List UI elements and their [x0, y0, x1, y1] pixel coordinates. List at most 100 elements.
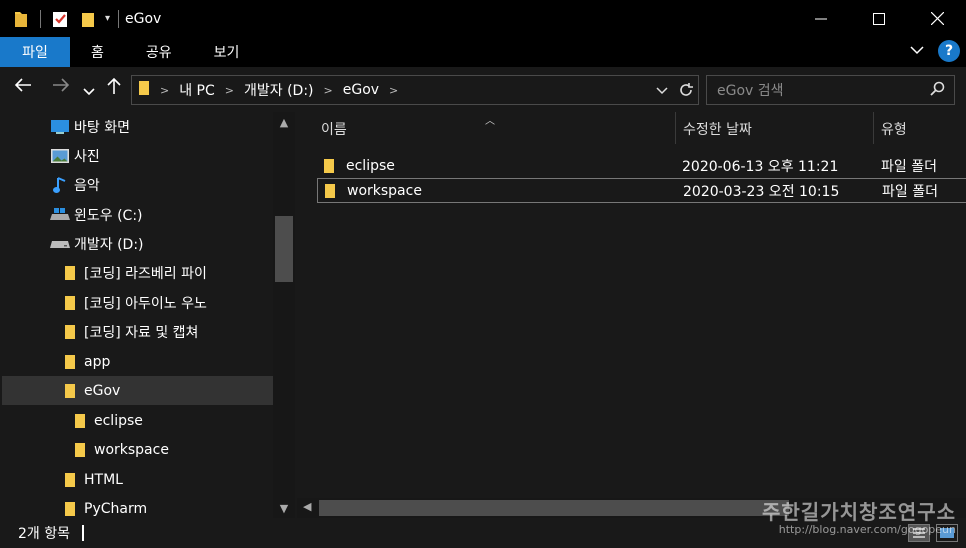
- refresh-icon[interactable]: [678, 80, 694, 104]
- column-divider[interactable]: [675, 112, 676, 144]
- customize-toolbar-dropdown[interactable]: ▾: [105, 13, 110, 24]
- ribbon-tabs: 파일 홈 공유 보기 ?: [0, 37, 966, 67]
- nav-item-drive-d[interactable]: 개발자 (D:): [2, 229, 273, 258]
- search-placeholder: eGov 검색: [717, 83, 784, 99]
- nav-item-label: 바탕 화면: [74, 119, 130, 136]
- folder-icon: [60, 264, 80, 282]
- tab-file[interactable]: 파일: [0, 37, 70, 67]
- pictures-icon: [50, 147, 70, 165]
- file-name: workspace: [347, 182, 422, 199]
- nav-item-pictures[interactable]: 사진: [2, 141, 273, 170]
- breadcrumb-chevron-icon[interactable]: >: [324, 84, 333, 97]
- file-date: 2020-06-13 오후 11:21: [682, 158, 839, 175]
- nav-item-label: eGov: [84, 382, 121, 399]
- toolbar-divider: [40, 9, 41, 28]
- minimize-button[interactable]: [792, 0, 850, 37]
- folder-icon: [60, 353, 80, 371]
- folder-icon: [60, 382, 80, 400]
- column-header-name[interactable]: 이름: [321, 112, 347, 146]
- column-header-type[interactable]: 유형: [881, 112, 907, 146]
- folder-icon: [324, 183, 344, 199]
- breadcrumb-drive-d[interactable]: 개발자 (D:): [244, 80, 314, 100]
- nav-item-label: [코딩] 자료 및 캡쳐: [84, 324, 199, 341]
- breadcrumb-chevron-icon[interactable]: >: [225, 84, 234, 97]
- folder-icon: [70, 412, 90, 430]
- nav-item-label: eclipse: [94, 412, 143, 429]
- file-list-pane: ︿ 이름 수정한 날짜 유형 eclipse 2020-06-13 오후 11:…: [297, 112, 966, 518]
- nav-item-arduino-uno[interactable]: [코딩] 아두이노 우노: [2, 288, 273, 317]
- maximize-button[interactable]: [850, 0, 908, 37]
- watermark-title: 주한길가치창조연구소: [762, 500, 956, 524]
- navigation-scrollbar[interactable]: ▲ ▼: [273, 112, 295, 518]
- folder-icon: [60, 471, 80, 489]
- file-row-eclipse[interactable]: eclipse 2020-06-13 오후 11:21 파일 폴더: [317, 153, 966, 178]
- nav-item-app[interactable]: app: [2, 347, 273, 376]
- folder-icon: [60, 294, 80, 312]
- close-button[interactable]: [908, 0, 966, 37]
- nav-item-label: HTML: [84, 471, 123, 488]
- tab-home[interactable]: 홈: [70, 37, 125, 67]
- nav-item-label: 개발자 (D:): [74, 236, 144, 253]
- nav-item-desktop[interactable]: 바탕 화면: [2, 112, 273, 141]
- search-input[interactable]: eGov 검색: [706, 75, 955, 105]
- nav-item-drive-c[interactable]: 윈도우 (C:): [2, 200, 273, 229]
- breadcrumb-chevron-icon[interactable]: >: [160, 84, 169, 97]
- scroll-up-arrow-icon[interactable]: ▲: [273, 116, 295, 129]
- search-icon[interactable]: [930, 81, 946, 101]
- nav-item-label: 사진: [74, 148, 100, 165]
- file-date: 2020-03-23 오전 10:15: [683, 183, 840, 200]
- expand-ribbon-icon[interactable]: [910, 43, 924, 59]
- nav-item-pycharm[interactable]: PyCharm: [2, 494, 273, 518]
- folder-icon: [60, 500, 80, 518]
- sort-ascending-icon: ︿: [485, 116, 495, 127]
- quick-access-toolbar: ▾ eGov: [0, 0, 161, 37]
- tab-share[interactable]: 공유: [125, 37, 193, 67]
- forward-arrow-icon[interactable]: [52, 77, 70, 98]
- help-icon[interactable]: ?: [938, 40, 960, 62]
- address-bar[interactable]: > 내 PC > 개발자 (D:) > eGov >: [131, 75, 699, 105]
- text-cursor: [82, 525, 84, 541]
- recent-locations-chevron-icon[interactable]: [83, 81, 95, 102]
- scrollbar-thumb[interactable]: [319, 500, 789, 516]
- nav-item-music[interactable]: 음악: [2, 170, 273, 199]
- nav-item-label: [코딩] 아두이노 우노: [84, 295, 207, 312]
- toolbar-divider: [118, 9, 120, 28]
- window-title: eGov: [125, 10, 162, 27]
- address-history-dropdown-icon[interactable]: [656, 80, 668, 104]
- nav-item-eclipse[interactable]: eclipse: [2, 406, 273, 435]
- nav-item-workspace[interactable]: workspace: [2, 435, 273, 464]
- nav-item-html[interactable]: HTML: [2, 465, 273, 494]
- up-arrow-icon[interactable]: [106, 77, 122, 100]
- new-folder-icon[interactable]: [77, 8, 99, 30]
- folder-icon: [138, 80, 150, 100]
- breadcrumb-egov[interactable]: eGov: [343, 82, 379, 98]
- nav-item-raspberry-pi[interactable]: [코딩] 라즈베리 파이: [2, 258, 273, 287]
- window-controls: [792, 0, 966, 37]
- nav-item-egov[interactable]: eGov: [2, 376, 273, 405]
- title-bar: ▾ eGov: [0, 0, 966, 37]
- desktop-icon: [50, 118, 70, 136]
- address-bar-controls: [656, 80, 694, 104]
- back-arrow-icon[interactable]: [14, 77, 32, 98]
- file-row-workspace[interactable]: workspace 2020-03-23 오전 10:15 파일 폴더: [317, 178, 966, 203]
- watermark: 주한길가치창조연구소 http://blog.naver.com/gogopeu…: [762, 496, 956, 536]
- drive-c-icon: [50, 206, 70, 224]
- column-divider[interactable]: [873, 112, 874, 144]
- folder-icon: [323, 158, 343, 174]
- properties-icon[interactable]: [49, 8, 71, 30]
- scroll-left-arrow-icon[interactable]: ◀: [303, 500, 311, 513]
- scroll-down-arrow-icon[interactable]: ▼: [273, 502, 295, 515]
- nav-item-label: 윈도우 (C:): [74, 207, 143, 224]
- breadcrumb-chevron-icon[interactable]: >: [389, 84, 398, 97]
- folder-icon: [60, 323, 80, 341]
- tab-view[interactable]: 보기: [193, 37, 261, 67]
- scrollbar-thumb[interactable]: [275, 216, 293, 282]
- breadcrumb-this-pc[interactable]: 내 PC: [179, 80, 215, 100]
- column-header-date[interactable]: 수정한 날짜: [683, 112, 752, 146]
- navigation-pane: 바탕 화면 사진 음악 윈도우 (C:) 개발자 (D:) [코딩] 라즈베리 …: [0, 112, 295, 518]
- folder-icon: [10, 8, 32, 30]
- nav-item-materials-captures[interactable]: [코딩] 자료 및 캡쳐: [2, 317, 273, 346]
- music-icon: [50, 176, 70, 194]
- nav-item-label: [코딩] 라즈베리 파이: [84, 265, 207, 282]
- file-name: eclipse: [346, 157, 395, 174]
